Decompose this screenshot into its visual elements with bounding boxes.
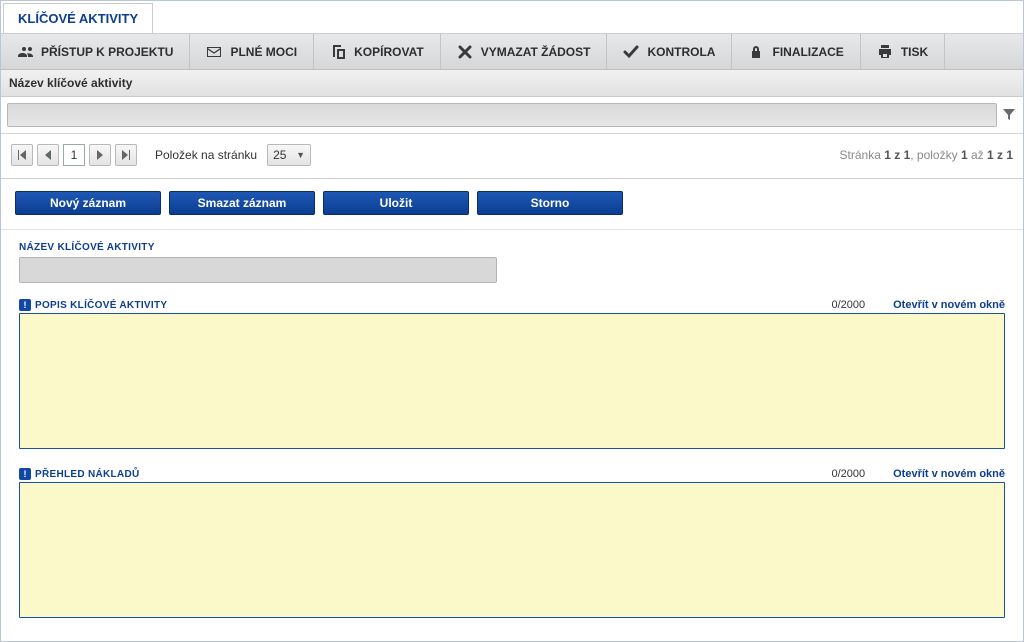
chevron-down-icon: ▼ (296, 150, 305, 160)
new-record-button[interactable]: Nový záznam (15, 191, 161, 215)
grid-filter-input[interactable] (7, 103, 997, 127)
grid-column-header[interactable]: Název klíčové aktivity (1, 70, 1023, 97)
app-frame: KLÍČOVÉ AKTIVITY PŘÍSTUP K PROJEKTU PLNÉ… (0, 0, 1024, 642)
delete-record-button[interactable]: Smazat záznam (169, 191, 315, 215)
people-icon (17, 44, 33, 60)
check-icon (623, 44, 639, 60)
toolbar-full-powers[interactable]: PLNÉ MOCI (190, 34, 314, 69)
pager-summary-to-word: až (968, 148, 987, 162)
name-label: NÁZEV KLÍČOVÉ AKTIVITY (19, 242, 1005, 253)
description-field-group: ! POPIS KLÍČOVÉ AKTIVITY 0/2000 Otevřít … (19, 299, 1005, 452)
description-counter: 0/2000 (831, 299, 865, 311)
toolbar-copy[interactable]: KOPÍROVAT (314, 34, 441, 69)
description-textarea[interactable] (19, 313, 1005, 449)
description-header: ! POPIS KLÍČOVÉ AKTIVITY 0/2000 Otevřít … (19, 299, 1005, 311)
toolbar-print-label: TISK (901, 45, 928, 59)
pager-summary-to: 1 z 1 (987, 148, 1013, 162)
delete-x-icon (457, 44, 473, 60)
pager-summary: Stránka 1 z 1, položky 1 až 1 z 1 (840, 148, 1013, 162)
pager-page-number[interactable]: 1 (63, 144, 85, 166)
action-bar: Nový záznam Smazat záznam Uložit Storno (1, 179, 1023, 230)
pager-summary-page: 1 z 1 (884, 148, 910, 162)
pager-items-label: Položek na stránku (155, 148, 257, 162)
description-label: POPIS KLÍČOVÉ AKTIVITY (35, 300, 167, 311)
tabstrip: KLÍČOVÉ AKTIVITY (1, 1, 1023, 34)
toolbar-delete-request[interactable]: VYMAZAT ŽÁDOST (441, 34, 608, 69)
pager-page-size-select[interactable]: 25 ▼ (267, 144, 311, 166)
toolbar-print[interactable]: TISK (861, 34, 945, 69)
costs-header: ! PŘEHLED NÁKLADŮ 0/2000 Otevřít v novém… (19, 468, 1005, 480)
toolbar-check[interactable]: KONTROLA (607, 34, 732, 69)
pager-prev-button[interactable] (37, 144, 59, 166)
activity-name-input[interactable] (19, 257, 497, 283)
toolbar-delete-label: VYMAZAT ŽÁDOST (481, 45, 591, 59)
toolbar-finalize[interactable]: FINALIZACE (732, 34, 860, 69)
print-icon (877, 44, 893, 60)
pager-summary-prefix: Stránka (840, 148, 885, 162)
tab-key-activities[interactable]: KLÍČOVÉ AKTIVITY (3, 3, 153, 33)
costs-counter: 0/2000 (831, 468, 865, 480)
toolbar-copy-label: KOPÍROVAT (354, 45, 424, 59)
pager-next-button[interactable] (89, 144, 111, 166)
pager-summary-mid: , položky (910, 148, 961, 162)
form-body: NÁZEV KLÍČOVÉ AKTIVITY ! POPIS KLÍČOVÉ A… (1, 230, 1023, 641)
pager-last-button[interactable] (115, 144, 137, 166)
cancel-button[interactable]: Storno (477, 191, 623, 215)
envelope-icon (206, 44, 222, 60)
toolbar-finalize-label: FINALIZACE (772, 45, 843, 59)
toolbar-access-label: PŘÍSTUP K PROJEKTU (41, 45, 173, 59)
save-button[interactable]: Uložit (323, 191, 469, 215)
toolbar: PŘÍSTUP K PROJEKTU PLNÉ MOCI KOPÍROVAT V… (1, 34, 1023, 70)
description-open-new-window[interactable]: Otevřít v novém okně (893, 299, 1005, 311)
costs-open-new-window[interactable]: Otevřít v novém okně (893, 468, 1005, 480)
toolbar-powers-label: PLNÉ MOCI (230, 45, 297, 59)
costs-field-group: ! PŘEHLED NÁKLADŮ 0/2000 Otevřít v novém… (19, 468, 1005, 621)
pager: 1 Položek na stránku 25 ▼ Stránka 1 z 1,… (1, 134, 1023, 179)
lock-icon (748, 44, 764, 60)
toolbar-access-project[interactable]: PŘÍSTUP K PROJEKTU (1, 34, 190, 69)
toolbar-check-label: KONTROLA (647, 45, 715, 59)
required-icon: ! (19, 468, 31, 480)
pager-first-button[interactable] (11, 144, 33, 166)
required-icon: ! (19, 299, 31, 311)
pager-page-size-value: 25 (273, 148, 286, 162)
pager-summary-from: 1 (961, 148, 968, 162)
costs-textarea[interactable] (19, 482, 1005, 618)
grid-filter-row (1, 97, 1023, 134)
filter-icon[interactable] (1001, 103, 1017, 127)
costs-label: PŘEHLED NÁKLADŮ (35, 469, 140, 480)
copy-icon (330, 44, 346, 60)
